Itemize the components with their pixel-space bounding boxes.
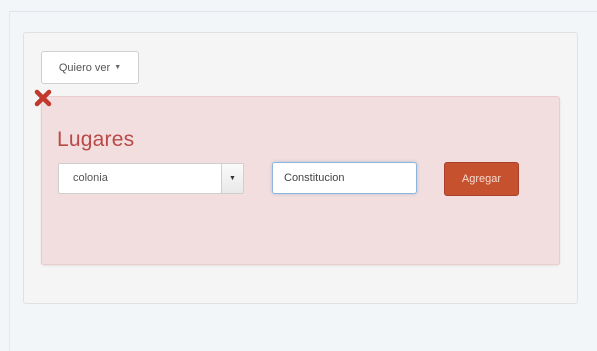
caret-down-icon: ▼	[114, 64, 122, 71]
left-divider	[9, 11, 10, 351]
close-x-icon-graphic	[34, 89, 52, 107]
place-type-select[interactable]: colonia ▼	[58, 163, 244, 194]
panel-title: Lugares	[57, 128, 135, 151]
place-name-input[interactable]	[272, 162, 417, 194]
add-button[interactable]: Agregar	[444, 162, 519, 196]
select-arrow-icon[interactable]: ▼	[221, 164, 243, 193]
top-divider	[9, 11, 597, 12]
close-x-icon[interactable]	[33, 88, 53, 108]
view-dropdown-label: Quiero ver	[58, 61, 111, 74]
page: Quiero ver ▼ Lugares colonia ▼ Agregar	[0, 0, 597, 351]
place-type-select-value: colonia	[73, 172, 108, 184]
view-dropdown-button[interactable]: Quiero ver ▼	[41, 51, 139, 84]
